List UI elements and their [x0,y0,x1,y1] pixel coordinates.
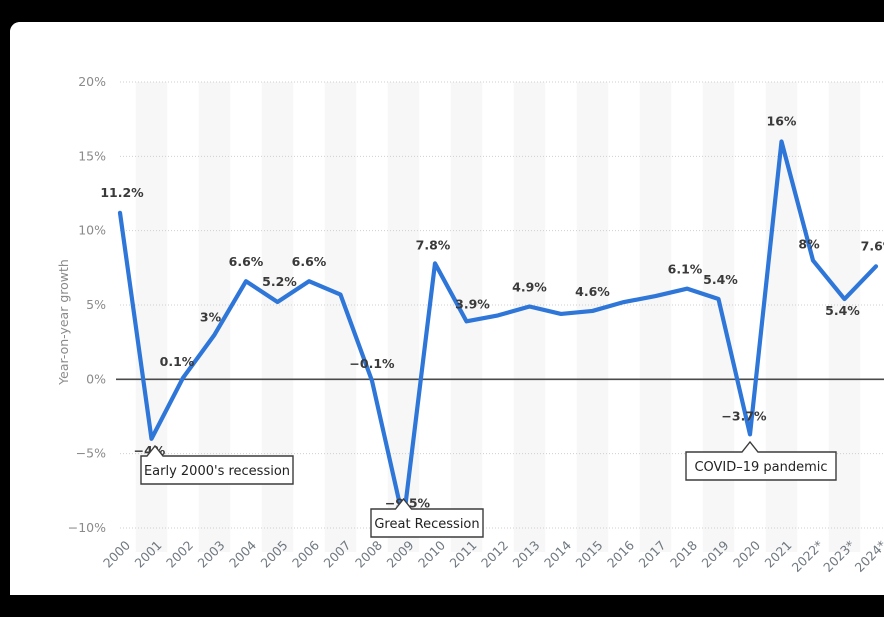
data-label: 4.6% [575,284,610,299]
data-label: 6.6% [292,254,327,269]
column-band [513,82,546,552]
column-band [702,82,735,552]
data-label: 7.6% [861,238,884,253]
column-band [576,82,609,552]
y-tick-label: 5% [86,297,106,312]
data-label: 5.4% [825,303,860,318]
data-label: 11.2% [100,185,144,200]
data-label: 6.6% [229,254,264,269]
y-tick-label: −5% [76,446,106,461]
annotation-label: COVID–19 pandemic [694,460,827,475]
y-tick-label: 0% [86,371,106,386]
data-label: 6.1% [668,262,703,277]
chart-card: 20% 15% 10% 5% 0% −5% −10% Year-on-year growth… [10,22,884,595]
data-label: 16% [767,113,797,128]
data-label: 3% [200,310,222,325]
chart-canvas: 20% 15% 10% 5% 0% −5% −10% Year-on-year growth… [10,22,884,595]
data-label: 0.1% [160,354,195,369]
data-label: 8% [798,236,820,251]
y-tick-label: −10% [68,520,106,535]
annotation-label: Early 2000's recession [144,464,290,479]
data-label: 5.2% [262,274,297,289]
column-band [639,82,672,552]
annotation-label: Great Recession [374,517,479,532]
growth-line-chart: 20% 15% 10% 5% 0% −5% −10% Year-on-year growth… [10,22,884,595]
y-tick-label: 20% [78,74,106,89]
source-area: Source: Statista [10,575,884,595]
data-label: −3.7% [721,408,767,423]
y-axis-title: Year-on-year growth [56,259,71,386]
data-label: 3.9% [455,296,490,311]
data-label: 7.8% [416,237,451,252]
y-tick-label: 10% [78,223,106,238]
data-label: 5.4% [703,272,738,287]
column-band [387,82,420,552]
data-label: −0.1% [349,356,395,371]
column-band [324,82,357,552]
data-label: 4.9% [512,279,547,294]
y-tick-label: 15% [78,148,106,163]
